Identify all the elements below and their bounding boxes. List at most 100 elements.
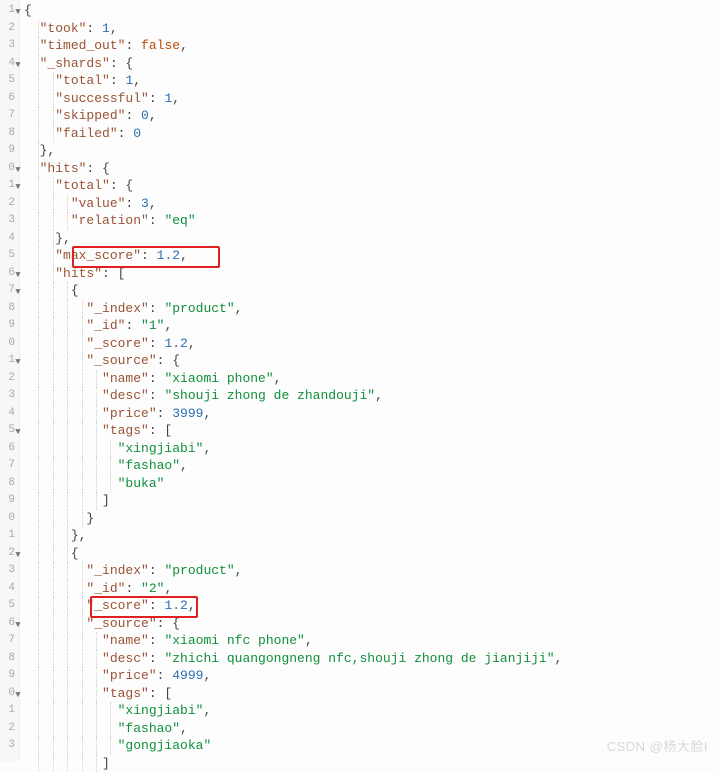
line-number: 7 — [0, 282, 15, 300]
fold-toggle-icon[interactable]: ▼ — [14, 617, 22, 635]
token: "price" — [102, 406, 157, 421]
token: "price" — [102, 668, 157, 683]
token: , — [164, 581, 172, 596]
line-number: 0 — [0, 685, 15, 703]
token: : { — [110, 56, 133, 71]
code-line: "successful": 1, — [24, 90, 562, 108]
token: "product" — [164, 301, 234, 316]
token: "failed" — [55, 126, 117, 141]
token: , — [133, 73, 141, 88]
token: , — [555, 651, 563, 666]
token: "zhichi quangongneng nfc,shouji zhong de… — [164, 651, 554, 666]
fold-toggle-icon[interactable]: ▼ — [14, 424, 22, 442]
token: 4999 — [172, 668, 203, 683]
token: : — [125, 108, 141, 123]
token: "max_score" — [55, 248, 141, 263]
token: "name" — [102, 633, 149, 648]
token: "_id" — [86, 581, 125, 596]
token: : — [149, 301, 165, 316]
line-number: 4 — [0, 405, 15, 423]
token: , — [180, 458, 188, 473]
json-editor: 1234567890123456789012345678901234567890… — [0, 0, 718, 761]
token: "_index" — [86, 301, 148, 316]
code-line: "max_score": 1.2, — [24, 247, 562, 265]
fold-toggle-icon[interactable]: ▼ — [14, 179, 22, 197]
code-area[interactable]: {▼ "took": 1, "timed_out": false, "_shar… — [20, 0, 562, 761]
code-line: "desc": "shouji zhong de zhandouji", — [24, 387, 562, 405]
token: : — [125, 581, 141, 596]
line-number: 2 — [0, 720, 15, 738]
token: , — [164, 318, 172, 333]
token: : — [141, 248, 157, 263]
line-number: 1 — [0, 177, 15, 195]
token: , — [203, 668, 211, 683]
token: : — [149, 336, 165, 351]
code-line: ] — [24, 755, 562, 772]
token: "1" — [141, 318, 164, 333]
token: "took" — [40, 21, 87, 36]
line-number: 2 — [0, 20, 15, 38]
token: , — [149, 108, 157, 123]
token: "fashao" — [118, 721, 180, 736]
code-line: }, — [24, 527, 562, 545]
token: , — [305, 633, 313, 648]
code-line: "_index": "product", — [24, 300, 562, 318]
token: "gongjiaoka" — [118, 738, 212, 753]
code-line: "_id": "2", — [24, 580, 562, 598]
fold-toggle-icon[interactable]: ▼ — [14, 162, 22, 180]
token: : — [157, 406, 173, 421]
code-line: "total": {▼ — [24, 177, 562, 195]
token: { — [71, 546, 79, 561]
line-number: 9 — [0, 317, 15, 335]
line-number: 8 — [0, 300, 15, 318]
token: "total" — [55, 73, 110, 88]
token: : — [149, 563, 165, 578]
token: "_source" — [86, 353, 156, 368]
code-line: "_score": 1.2, — [24, 597, 562, 615]
line-number: 5 — [0, 247, 15, 265]
token: "product" — [164, 563, 234, 578]
code-line: {▼ — [24, 282, 562, 300]
token: : — [149, 598, 165, 613]
line-number: 6 — [0, 90, 15, 108]
fold-toggle-icon[interactable]: ▼ — [14, 354, 22, 372]
line-number: 8 — [0, 650, 15, 668]
fold-toggle-icon[interactable]: ▼ — [14, 57, 22, 75]
token: : — [125, 318, 141, 333]
line-number: 0 — [0, 510, 15, 528]
code-line: "fashao", — [24, 720, 562, 738]
token: , — [375, 388, 383, 403]
token: : — [149, 213, 165, 228]
fold-toggle-icon[interactable]: ▼ — [14, 4, 22, 22]
token: : — [149, 91, 165, 106]
fold-toggle-icon[interactable]: ▼ — [14, 284, 22, 302]
token: , — [188, 598, 196, 613]
token: "2" — [141, 581, 164, 596]
token: , — [203, 406, 211, 421]
token: : — [86, 21, 102, 36]
line-number: 7 — [0, 107, 15, 125]
token: 1.2 — [164, 598, 187, 613]
code-line: "skipped": 0, — [24, 107, 562, 125]
token: "eq" — [164, 213, 195, 228]
line-number: 5 — [0, 422, 15, 440]
token: "hits" — [40, 161, 87, 176]
code-line: {▼ — [24, 545, 562, 563]
line-number: 9 — [0, 492, 15, 510]
fold-toggle-icon[interactable]: ▼ — [14, 547, 22, 565]
token: }, — [71, 528, 87, 543]
token: : — [110, 73, 126, 88]
token: } — [86, 511, 94, 526]
fold-toggle-icon[interactable]: ▼ — [14, 267, 22, 285]
line-number: 4 — [0, 580, 15, 598]
code-line: "took": 1, — [24, 20, 562, 38]
code-line: "_source": {▼ — [24, 352, 562, 370]
token: "desc" — [102, 651, 149, 666]
fold-toggle-icon[interactable]: ▼ — [14, 687, 22, 705]
line-number: 1 — [0, 2, 15, 20]
code-line: }, — [24, 142, 562, 160]
token: : [ — [102, 266, 125, 281]
token: 3 — [141, 196, 149, 211]
line-number: 3 — [0, 37, 15, 55]
code-line: "total": 1, — [24, 72, 562, 90]
